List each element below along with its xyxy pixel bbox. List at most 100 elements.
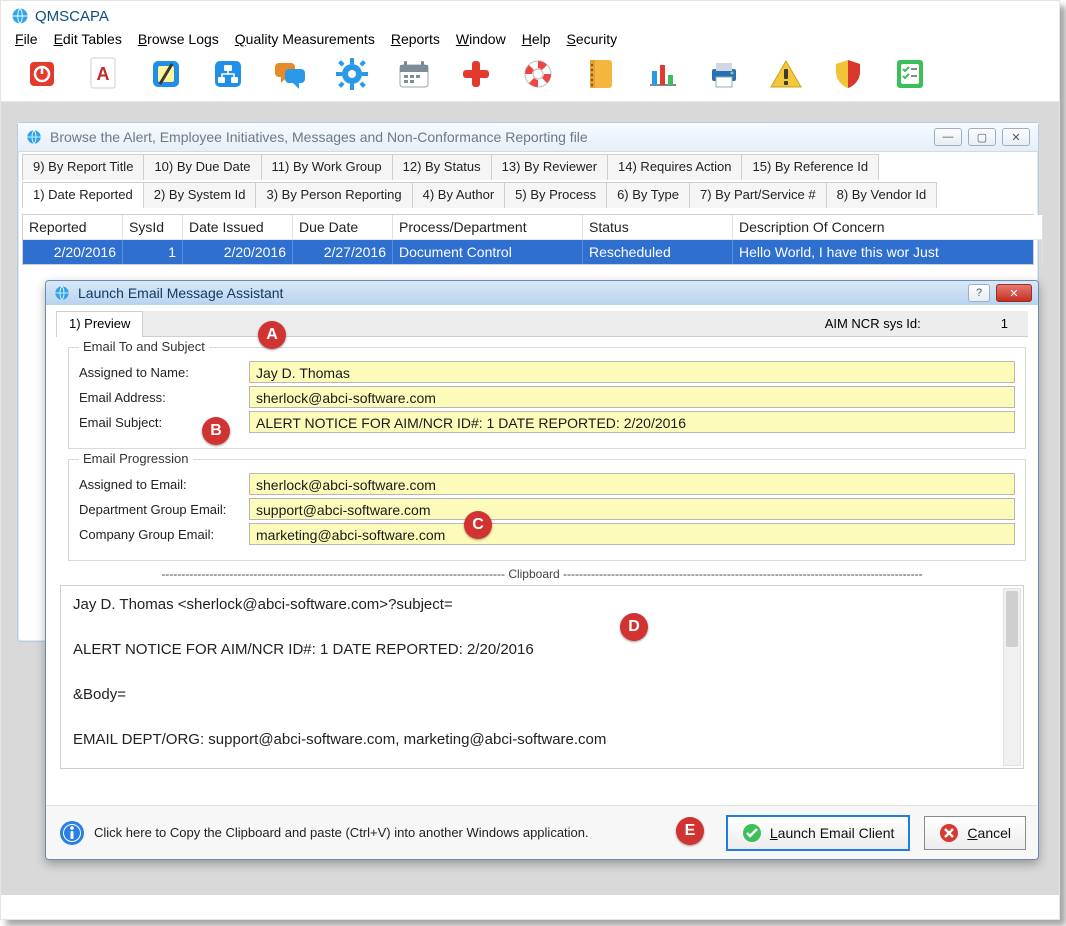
shield-icon[interactable]: [831, 57, 865, 91]
tab-by-type[interactable]: 6) By Type: [606, 182, 690, 208]
dialog-title-bar[interactable]: Launch Email Message Assistant ? ✕: [46, 281, 1038, 305]
callout-c: C: [464, 511, 492, 539]
browse-grid[interactable]: Reported SysId Date Issued Due Date Proc…: [22, 214, 1034, 265]
menu-security[interactable]: Security: [561, 29, 624, 49]
launch-label: Launch Email Client: [770, 825, 895, 841]
org-chart-icon[interactable]: [211, 57, 245, 91]
document-a-icon[interactable]: A: [87, 57, 121, 91]
chat-icon[interactable]: [273, 57, 307, 91]
menu-reports[interactable]: Reports: [385, 29, 446, 49]
dept-email-label: Department Group Email:: [79, 502, 249, 517]
close-button[interactable]: ✕: [996, 284, 1032, 302]
svg-text:A: A: [97, 64, 110, 84]
scrollbar[interactable]: [1003, 588, 1021, 766]
clip-line: EMAIL DEPT/ORG: support@abci-software.co…: [73, 729, 997, 752]
clip-line: Jay D. Thomas <sherlock@abci-software.co…: [73, 594, 997, 617]
app-title: QMSCAPA: [35, 8, 109, 25]
maximize-button[interactable]: ▢: [968, 128, 996, 146]
tab-by-report-title[interactable]: 9) By Report Title: [22, 154, 144, 180]
clipboard-textarea[interactable]: Jay D. Thomas <sherlock@abci-software.co…: [60, 585, 1024, 769]
launch-email-client-button[interactable]: Launch Email Client: [726, 815, 911, 851]
cell-reported: 2/20/2016: [23, 240, 123, 264]
close-button[interactable]: ✕: [1002, 128, 1030, 146]
col-sysid[interactable]: SysId: [123, 215, 183, 240]
plus-icon[interactable]: [459, 57, 493, 91]
col-process[interactable]: Process/Department: [393, 215, 583, 240]
tab-date-reported[interactable]: 1) Date Reported: [22, 182, 144, 208]
bar-chart-icon[interactable]: [645, 57, 679, 91]
menu-edit-tables[interactable]: Edit Tables: [48, 29, 128, 49]
menu-file[interactable]: File: [9, 29, 44, 49]
company-email-label: Company Group Email:: [79, 527, 249, 542]
assigned-name-field[interactable]: Jay D. Thomas: [249, 361, 1015, 383]
menu-help[interactable]: Help: [516, 29, 557, 49]
dialog-footer: Click here to Copy the Clipboard and pas…: [46, 805, 1038, 859]
col-date-issued[interactable]: Date Issued: [183, 215, 293, 240]
minimize-button[interactable]: —: [934, 128, 962, 146]
printer-icon[interactable]: [707, 57, 741, 91]
power-icon[interactable]: [25, 57, 59, 91]
tab-preview[interactable]: 1) Preview: [56, 311, 143, 337]
tab-by-author[interactable]: 4) By Author: [412, 182, 506, 208]
calendar-icon[interactable]: [397, 57, 431, 91]
dialog-body: 1) Preview AIM NCR sys Id: 1 Email To an…: [46, 305, 1038, 777]
assigned-name-label: Assigned to Name:: [79, 365, 249, 380]
menu-bar: File Edit Tables Browse Logs Quality Mea…: [1, 27, 1059, 53]
cell-sysid: 1: [123, 240, 183, 264]
browse-tabs-row-2: 1) Date Reported 2) By System Id 3) By P…: [18, 180, 1038, 208]
tab-by-part-service[interactable]: 7) By Part/Service #: [689, 182, 827, 208]
col-description[interactable]: Description Of Concern: [733, 215, 1043, 240]
menu-browse-logs[interactable]: Browse Logs: [132, 29, 225, 49]
tab-by-reviewer[interactable]: 13) By Reviewer: [491, 154, 608, 180]
globe-icon: [54, 285, 70, 301]
app-title-bar: QMSCAPA: [1, 1, 1059, 27]
col-reported[interactable]: Reported: [23, 215, 123, 240]
grid-header: Reported SysId Date Issued Due Date Proc…: [23, 215, 1033, 240]
cancel-label: Cancel: [967, 825, 1011, 841]
notebook-icon[interactable]: [583, 57, 617, 91]
tab-by-status[interactable]: 12) By Status: [392, 154, 492, 180]
toolbar: A: [1, 53, 1059, 102]
browse-tabs-row-1: 9) By Report Title 10) By Due Date 11) B…: [18, 152, 1038, 180]
tab-by-due-date[interactable]: 10) By Due Date: [143, 154, 261, 180]
checklist-icon[interactable]: [893, 57, 927, 91]
group-legend: Email To and Subject: [79, 339, 209, 354]
tab-by-work-group[interactable]: 11) By Work Group: [261, 154, 393, 180]
tab-by-system-id[interactable]: 2) By System Id: [143, 182, 257, 208]
cell-description: Hello World, I have this wor Just: [733, 240, 1043, 264]
app-window: QMSCAPA File Edit Tables Browse Logs Qua…: [0, 0, 1060, 920]
help-button[interactable]: ?: [968, 284, 990, 302]
tab-by-reference-id[interactable]: 15) By Reference Id: [741, 154, 879, 180]
table-row[interactable]: 2/20/2016 1 2/20/2016 2/27/2016 Document…: [23, 240, 1033, 264]
dept-email-field[interactable]: support@abci-software.com: [249, 498, 1015, 520]
clip-line: &Body=: [73, 684, 997, 707]
col-due-date[interactable]: Due Date: [293, 215, 393, 240]
warning-icon[interactable]: [769, 57, 803, 91]
email-address-label: Email Address:: [79, 390, 249, 405]
menu-window[interactable]: Window: [450, 29, 512, 49]
tab-by-process[interactable]: 5) By Process: [504, 182, 607, 208]
email-address-field[interactable]: sherlock@abci-software.com: [249, 386, 1015, 408]
assigned-email-field[interactable]: sherlock@abci-software.com: [249, 473, 1015, 495]
app-icon: [11, 7, 29, 25]
footer-hint[interactable]: Click here to Copy the Clipboard and pas…: [58, 819, 712, 847]
email-subject-field[interactable]: ALERT NOTICE FOR AIM/NCR ID#: 1 DATE REP…: [249, 411, 1015, 433]
dialog-title: Launch Email Message Assistant: [78, 285, 283, 301]
group-legend: Email Progression: [79, 451, 193, 466]
cancel-icon: [939, 823, 959, 843]
company-email-field[interactable]: marketing@abci-software.com: [249, 523, 1015, 545]
browse-title: Browse the Alert, Employee Initiatives, …: [50, 129, 588, 145]
dialog-window-controls: ? ✕: [968, 284, 1032, 302]
gear-icon[interactable]: [335, 57, 369, 91]
notepad-icon[interactable]: [149, 57, 183, 91]
cancel-button[interactable]: Cancel: [924, 816, 1026, 850]
tab-requires-action[interactable]: 14) Requires Action: [607, 154, 742, 180]
tab-by-person-reporting[interactable]: 3) By Person Reporting: [255, 182, 412, 208]
lifebuoy-icon[interactable]: [521, 57, 555, 91]
cell-process: Document Control: [393, 240, 583, 264]
tab-by-vendor-id[interactable]: 8) By Vendor Id: [826, 182, 938, 208]
check-icon: [742, 823, 762, 843]
col-status[interactable]: Status: [583, 215, 733, 240]
mdi-workspace: Browse the Alert, Employee Initiatives, …: [1, 102, 1059, 895]
menu-quality-measurements[interactable]: Quality Measurements: [229, 29, 381, 49]
